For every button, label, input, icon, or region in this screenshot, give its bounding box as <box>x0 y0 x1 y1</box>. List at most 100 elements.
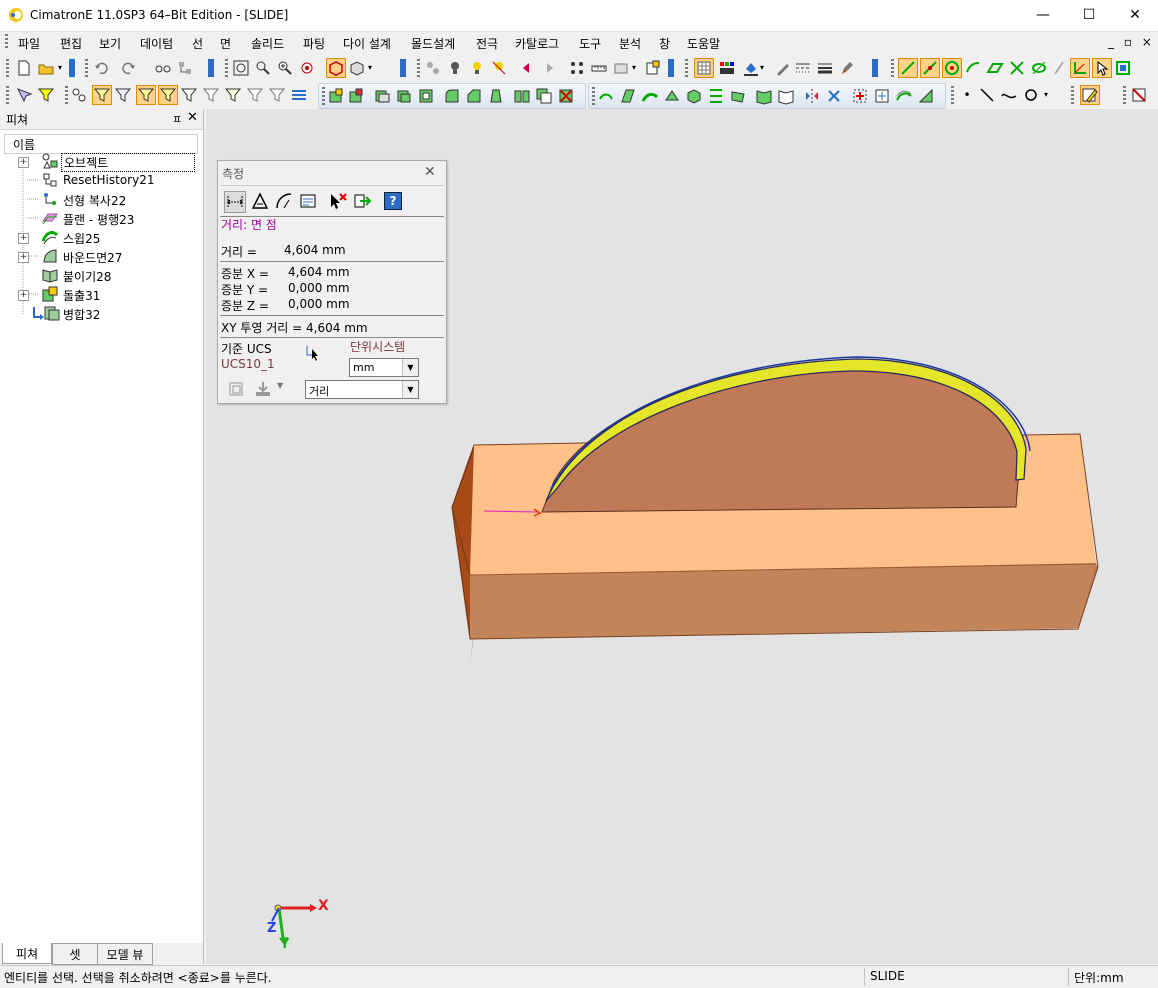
close-button[interactable]: ✕ <box>1112 0 1158 30</box>
menu-parting[interactable]: 파팅 <box>303 35 325 52</box>
tree-item-objects[interactable]: + 오브젝트 <box>0 152 200 172</box>
sweep-tool-icon[interactable] <box>895 87 913 105</box>
shading-dropdown-icon[interactable]: ▾ <box>368 59 376 77</box>
measure-radius-icon[interactable] <box>274 191 294 211</box>
surface-loft-icon[interactable] <box>663 87 681 105</box>
pen-icon[interactable] <box>774 59 792 77</box>
sheet-book-icon[interactable] <box>755 87 773 105</box>
cimatron-app-icon[interactable] <box>8 7 24 23</box>
filter-reset-icon[interactable] <box>290 86 308 104</box>
move-icon[interactable] <box>851 87 869 105</box>
light-settings-icon[interactable] <box>490 59 508 77</box>
face-copy-icon[interactable] <box>395 87 413 105</box>
menu-window[interactable]: 창 <box>659 35 670 52</box>
toolbar-grip[interactable] <box>891 59 894 77</box>
next-view-icon[interactable] <box>540 59 558 77</box>
measure-distance-icon[interactable] <box>224 191 246 213</box>
toolbar-handle[interactable] <box>208 59 214 77</box>
toolbar-handle[interactable] <box>668 59 674 77</box>
color-palette-icon[interactable] <box>718 59 736 77</box>
ucs-pick-icon[interactable] <box>304 343 324 361</box>
help-icon[interactable]: ? <box>384 192 402 210</box>
face-offset-icon[interactable] <box>373 87 391 105</box>
new-file-icon[interactable] <box>15 59 33 77</box>
filter-icon[interactable] <box>37 86 55 104</box>
snap-center-icon[interactable] <box>942 58 962 78</box>
chamfer-icon[interactable] <box>465 87 483 105</box>
sketcher-icon[interactable] <box>1080 85 1100 105</box>
tree-item-sweep[interactable]: + 스윕25 <box>0 228 200 247</box>
undo-icon[interactable] <box>92 59 110 77</box>
menu-mold-design[interactable]: 몰드설계 <box>411 35 455 52</box>
filter-points-icon[interactable] <box>158 85 178 105</box>
layer-grid-icon[interactable] <box>694 58 714 78</box>
filter-edges-icon[interactable] <box>114 86 132 104</box>
line-style-icon[interactable] <box>794 59 812 77</box>
filter-sheets-icon[interactable] <box>202 86 220 104</box>
menu-face[interactable]: 면 <box>220 35 231 52</box>
dialog-close-icon[interactable]: ✕ <box>424 164 436 180</box>
pin-icon[interactable]: ㅍ <box>172 111 182 127</box>
surface-extend-icon[interactable] <box>707 87 725 105</box>
point-icon[interactable]: • <box>958 86 976 104</box>
export-icon[interactable] <box>352 191 372 211</box>
tree-item-bounded-face[interactable]: + 바운드면27 <box>0 247 200 266</box>
measure-type-select[interactable]: 거리 ▼ <box>305 380 419 399</box>
block-front-side[interactable] <box>470 563 1096 639</box>
toolbar-handle[interactable] <box>872 59 878 77</box>
brush-icon[interactable] <box>838 59 856 77</box>
toolbar-grip[interactable] <box>1071 86 1074 104</box>
filter-curves-icon[interactable] <box>136 85 156 105</box>
snap-disabled-icon[interactable] <box>1050 59 1068 77</box>
light-bulb-icon[interactable] <box>446 59 464 77</box>
solid-new-icon[interactable] <box>327 87 345 105</box>
view-cube-icon[interactable] <box>326 58 346 78</box>
tree-item-reset-history[interactable]: ResetHistory21 <box>0 171 200 190</box>
line-icon[interactable] <box>978 86 996 104</box>
filter-datum-icon[interactable] <box>224 86 242 104</box>
solid-add-icon[interactable] <box>347 87 365 105</box>
tree-item-plane-parallel[interactable]: 플랜 - 평행23 <box>0 209 200 228</box>
save-dropdown-icon[interactable]: ▼ <box>277 381 283 390</box>
measure-angle-icon[interactable] <box>250 191 270 211</box>
menu-die-design[interactable]: 다이 설계 <box>343 35 391 52</box>
menu-edit[interactable]: 편집 <box>60 35 82 52</box>
menu-electrode[interactable]: 전극 <box>476 35 498 52</box>
zoom-dynamic-icon[interactable] <box>276 59 294 77</box>
filter-all-icon[interactable] <box>70 86 88 104</box>
rotate-icon[interactable] <box>298 59 316 77</box>
round-icon[interactable] <box>443 87 461 105</box>
snap-plane-icon[interactable] <box>986 59 1004 77</box>
zoom-window-icon[interactable] <box>254 59 272 77</box>
selection-filter-icon[interactable] <box>568 59 586 77</box>
toolbar-grip[interactable] <box>6 59 9 77</box>
toolbar-grip[interactable] <box>225 59 228 77</box>
filter-components-icon[interactable] <box>268 86 286 104</box>
minimize-button[interactable]: — <box>1020 0 1066 30</box>
toolbar-grip[interactable] <box>85 59 88 77</box>
fill-color-icon[interactable] <box>742 59 760 77</box>
toolbar-grip[interactable] <box>951 86 954 104</box>
select-window-icon[interactable] <box>1114 59 1132 77</box>
clear-selection-icon[interactable] <box>328 191 348 211</box>
snap-off-icon[interactable] <box>1030 59 1048 77</box>
menu-file[interactable]: 파일 <box>18 35 40 52</box>
name-column-header[interactable]: 이름 <box>4 134 198 154</box>
tree-item-extrude[interactable]: + 돌출31 <box>0 285 200 304</box>
fill-dropdown-icon[interactable]: ▾ <box>760 59 768 77</box>
spline-icon[interactable] <box>1000 86 1018 104</box>
boolean-icon[interactable] <box>535 87 553 105</box>
mdi-controls[interactable]: _ ▫ × <box>1108 35 1155 49</box>
pick-point-icon[interactable] <box>15 86 33 104</box>
snap-axis-icon[interactable] <box>1070 58 1090 78</box>
filter-sets-icon[interactable] <box>246 86 264 104</box>
open-folder-icon[interactable] <box>37 59 55 77</box>
menu-help[interactable]: 도움말 <box>687 35 720 52</box>
circle-icon[interactable] <box>1022 86 1040 104</box>
display-options-icon[interactable] <box>612 59 630 77</box>
zoom-all-icon[interactable] <box>232 59 250 77</box>
glasses-icon[interactable] <box>154 59 172 77</box>
toolbar-grip[interactable] <box>1123 86 1126 104</box>
open-dropdown-icon[interactable]: ▾ <box>58 59 66 77</box>
snap-midpoint-icon[interactable] <box>920 58 940 78</box>
